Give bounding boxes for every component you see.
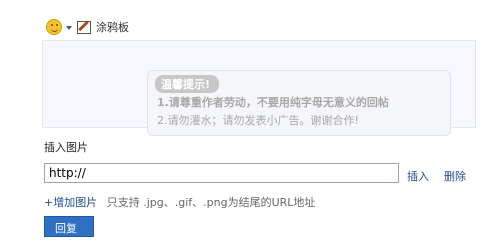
tip-title: 温馨提示! [155, 75, 220, 93]
format-hint: 只支持 .jpg、.gif、.png为结尾的URL地址 [106, 196, 316, 209]
editor-toolbar: 涂鸦板 [46, 17, 129, 37]
tip-line-1: 1.请尊重作者劳动，不要用纯字母无意义的回帖 [157, 96, 389, 109]
smiley-icon[interactable] [46, 19, 62, 35]
insert-image-link[interactable]: 插入 [407, 168, 429, 184]
delete-image-link[interactable]: 删除 [444, 168, 466, 184]
image-url-input[interactable] [44, 163, 399, 183]
caret-down-icon[interactable] [66, 26, 72, 30]
tip-box: 温馨提示! 1.请尊重作者劳动，不要用纯字母无意义的回帖 2.请勿灌水；请勿发表… [147, 70, 451, 136]
reply-textarea[interactable]: 温馨提示! 1.请尊重作者劳动，不要用纯字母无意义的回帖 2.请勿灌水；请勿发表… [42, 40, 476, 136]
add-image-link[interactable]: +增加图片 [44, 196, 97, 209]
add-image-row: +增加图片 只支持 .jpg、.gif、.png为结尾的URL地址 [44, 194, 315, 210]
doodle-board-button[interactable]: 涂鸦板 [96, 19, 129, 35]
insert-image-title: 插入图片 [44, 141, 88, 154]
pen-board-icon[interactable] [77, 20, 91, 34]
reply-button[interactable]: 回复 [44, 216, 94, 237]
tip-line-2: 2.请勿灌水；请勿发表小广告。谢谢合作! [157, 114, 359, 127]
